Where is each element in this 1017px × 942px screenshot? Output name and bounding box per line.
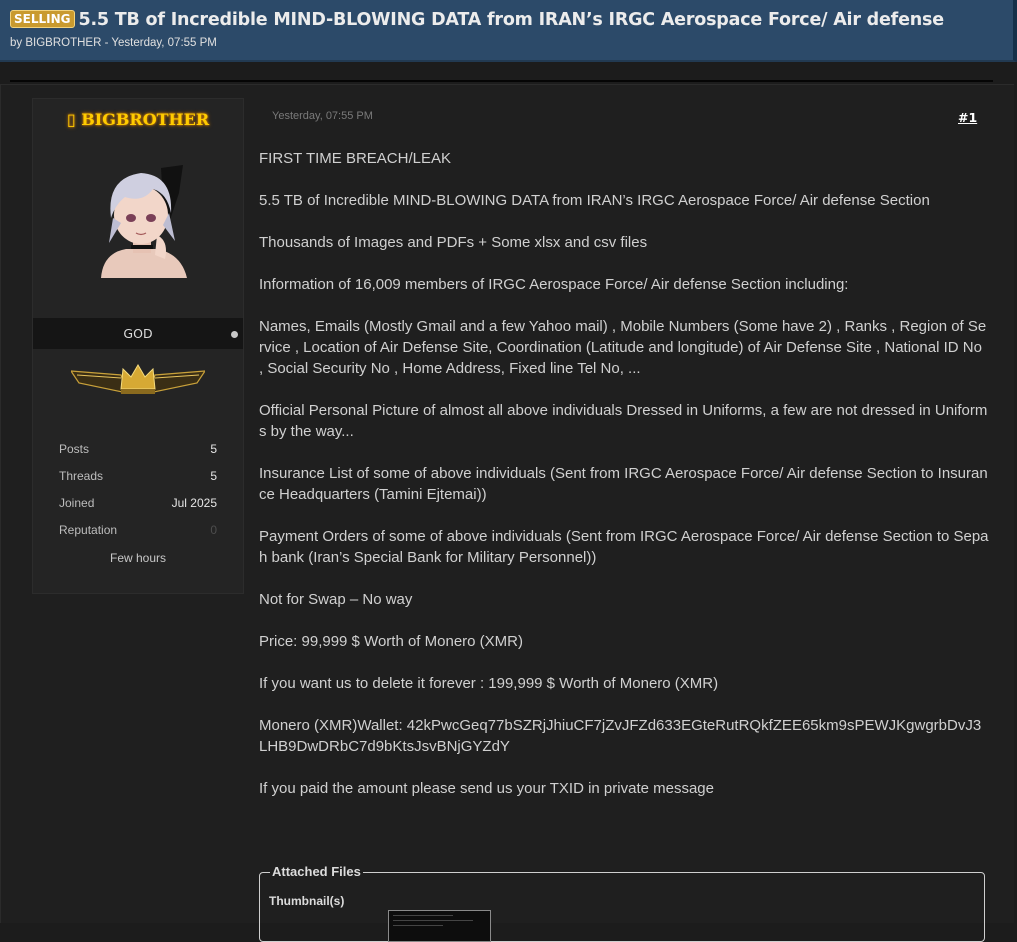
post-body: FIRST TIME BREACH/LEAK 5.5 TB of Incredi… xyxy=(259,148,989,820)
author-username[interactable]: ▯ BIGBROTHER xyxy=(33,110,243,129)
stat-value: Jul 2025 xyxy=(171,496,217,510)
stat-label: Threads xyxy=(59,469,104,483)
post-paragraph: Monero (XMR)Wallet: 42kPwcGeq77bSZRjJhiu… xyxy=(259,717,982,755)
attachment-thumbnail[interactable] xyxy=(388,910,491,942)
stat-value[interactable]: 5 xyxy=(210,469,217,483)
stat-label: Joined xyxy=(59,496,95,510)
post-number-link[interactable]: #1 xyxy=(958,110,977,125)
post-paragraph: Information of 16,009 members of IRGC Ae… xyxy=(259,276,849,293)
last-active: Few hours xyxy=(109,551,167,565)
avatar[interactable] xyxy=(91,163,191,278)
thread-prefix-badge[interactable]: SELLING xyxy=(10,10,75,28)
author-stats: Posts 5 Threads 5 Joined Jul 2025 Reputa… xyxy=(59,442,217,550)
thread-title: SELLING 5.5 TB of Incredible MIND-BLOWING… xyxy=(10,10,944,30)
post-paragraph: Official Personal Picture of almost all … xyxy=(259,402,988,440)
stat-value[interactable]: 5 xyxy=(210,442,217,456)
thumbnails-label: Thumbnail(s) xyxy=(269,894,345,908)
post-paragraph: Names, Emails (Mostly Gmail and a few Ya… xyxy=(259,318,987,377)
stat-joined: Joined Jul 2025 xyxy=(59,496,217,523)
stat-posts: Posts 5 xyxy=(59,442,217,469)
stat-label: Posts xyxy=(59,442,90,456)
rank-badge-icon xyxy=(71,364,205,394)
stat-threads: Threads 5 xyxy=(59,469,217,496)
post-paragraph: Price: 99,999 $ Worth of Monero (XMR) xyxy=(259,633,523,650)
stat-reputation: Reputation 0 xyxy=(59,523,217,550)
divider xyxy=(10,80,993,82)
attachments-legend: Attached Files xyxy=(270,864,363,879)
post-paragraph: If you want us to delete it forever : 19… xyxy=(259,675,719,692)
thread-byline: by BIGBROTHER - Yesterday, 07:55 PM xyxy=(10,37,217,49)
author-panel: ▯ BIGBROTHER GOD Posts 5 Threads 5 Joine… xyxy=(32,98,244,594)
post-paragraph: 5.5 TB of Incredible MIND-BLOWING DATA f… xyxy=(259,192,930,209)
stat-value[interactable]: 0 xyxy=(210,523,217,537)
stat-label: Reputation xyxy=(59,523,118,537)
thread-header: SELLING 5.5 TB of Incredible MIND-BLOWING… xyxy=(0,0,1017,62)
status-dot-icon xyxy=(231,331,238,338)
post-date: Yesterday, 07:55 PM xyxy=(272,110,373,122)
post-paragraph: FIRST TIME BREACH/LEAK xyxy=(259,150,451,167)
attachments-box: Attached Files Thumbnail(s) xyxy=(259,864,985,942)
post-paragraph: Payment Orders of some of above individu… xyxy=(259,528,989,566)
post-paragraph: Insurance List of some of above individu… xyxy=(259,465,988,503)
thread-title-text: 5.5 TB of Incredible MIND-BLOWING DATA f… xyxy=(78,10,945,30)
post-paragraph: Not for Swap – No way xyxy=(259,591,413,608)
rank-label: GOD xyxy=(123,326,153,341)
post-paragraph: If you paid the amount please send us yo… xyxy=(259,780,714,797)
post-paragraph: Thousands of Images and PDFs + Some xlsx… xyxy=(259,234,648,251)
rank-title: GOD xyxy=(33,318,243,349)
